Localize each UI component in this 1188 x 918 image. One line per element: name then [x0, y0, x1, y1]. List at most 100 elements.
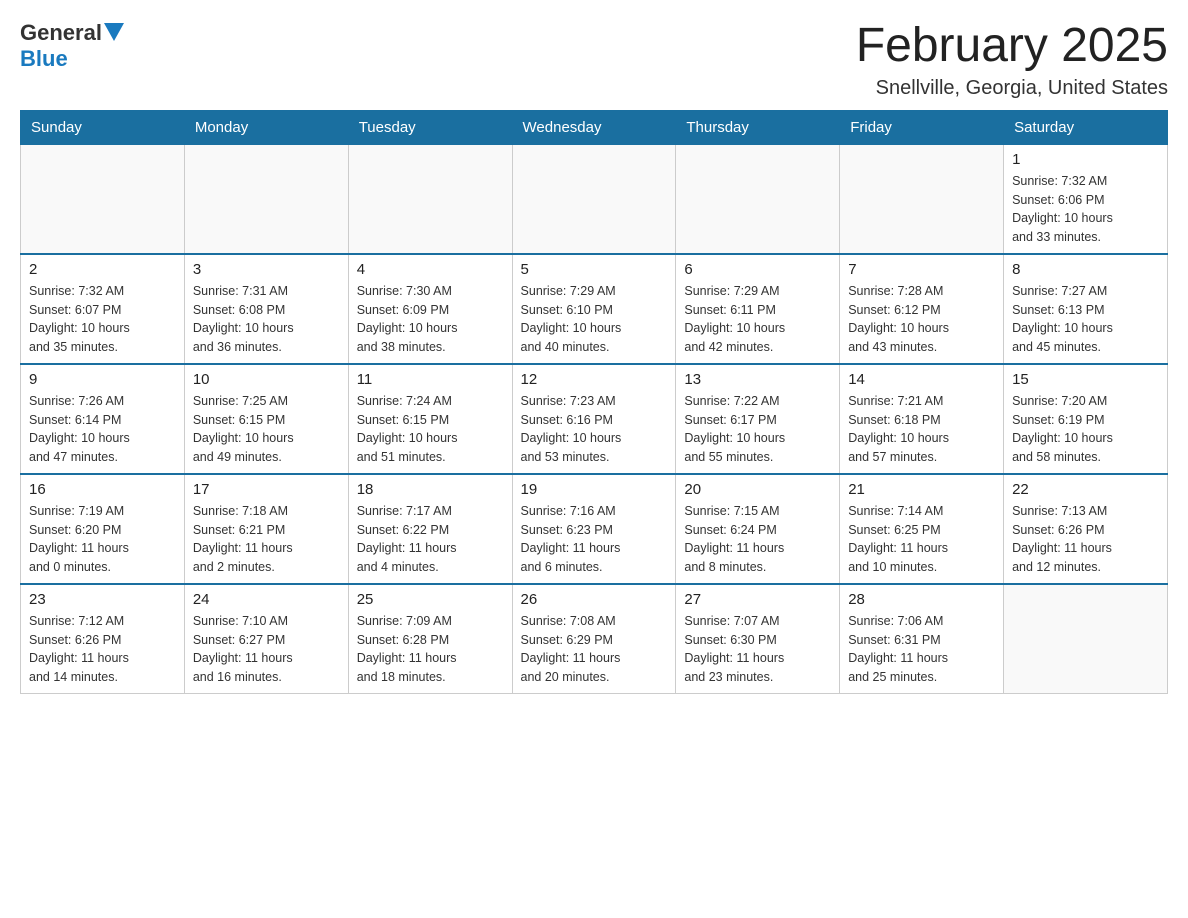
day-number: 26	[521, 591, 668, 608]
column-header-wednesday: Wednesday	[512, 110, 676, 144]
day-info: Sunrise: 7:32 AM Sunset: 6:06 PM Dayligh…	[1012, 172, 1159, 247]
day-info: Sunrise: 7:22 AM Sunset: 6:17 PM Dayligh…	[684, 392, 831, 467]
month-title: February 2025	[856, 20, 1168, 73]
logo-triangle-icon	[104, 23, 124, 43]
day-info: Sunrise: 7:14 AM Sunset: 6:25 PM Dayligh…	[848, 502, 995, 577]
day-number: 27	[684, 591, 831, 608]
day-number: 15	[1012, 371, 1159, 388]
day-number: 3	[193, 261, 340, 278]
column-header-tuesday: Tuesday	[348, 110, 512, 144]
day-number: 6	[684, 261, 831, 278]
calendar-cell	[21, 144, 185, 254]
calendar-cell: 17 Sunrise: 7:18 AM Sunset: 6:21 PM Dayli…	[184, 474, 348, 584]
day-info: Sunrise: 7:13 AM Sunset: 6:26 PM Dayligh…	[1012, 502, 1159, 577]
week-row-2: 2 Sunrise: 7:32 AM Sunset: 6:07 PM Daylig…	[21, 254, 1168, 364]
calendar-cell: 12 Sunrise: 7:23 AM Sunset: 6:16 PM Dayli…	[512, 364, 676, 474]
day-number: 24	[193, 591, 340, 608]
day-number: 9	[29, 371, 176, 388]
day-info: Sunrise: 7:28 AM Sunset: 6:12 PM Dayligh…	[848, 282, 995, 357]
calendar-cell: 11 Sunrise: 7:24 AM Sunset: 6:15 PM Dayli…	[348, 364, 512, 474]
column-header-saturday: Saturday	[1004, 110, 1168, 144]
day-info: Sunrise: 7:32 AM Sunset: 6:07 PM Dayligh…	[29, 282, 176, 357]
calendar-cell: 20 Sunrise: 7:15 AM Sunset: 6:24 PM Dayli…	[676, 474, 840, 584]
day-number: 17	[193, 481, 340, 498]
calendar-cell: 2 Sunrise: 7:32 AM Sunset: 6:07 PM Daylig…	[21, 254, 185, 364]
calendar-cell: 25 Sunrise: 7:09 AM Sunset: 6:28 PM Dayli…	[348, 584, 512, 694]
day-number: 20	[684, 481, 831, 498]
calendar-cell: 22 Sunrise: 7:13 AM Sunset: 6:26 PM Dayli…	[1004, 474, 1168, 584]
calendar-cell: 28 Sunrise: 7:06 AM Sunset: 6:31 PM Dayli…	[840, 584, 1004, 694]
calendar-cell	[348, 144, 512, 254]
day-number: 16	[29, 481, 176, 498]
day-number: 10	[193, 371, 340, 388]
day-info: Sunrise: 7:08 AM Sunset: 6:29 PM Dayligh…	[521, 612, 668, 687]
calendar-cell	[676, 144, 840, 254]
day-info: Sunrise: 7:18 AM Sunset: 6:21 PM Dayligh…	[193, 502, 340, 577]
week-row-1: 1 Sunrise: 7:32 AM Sunset: 6:06 PM Daylig…	[21, 144, 1168, 254]
calendar-cell: 19 Sunrise: 7:16 AM Sunset: 6:23 PM Dayli…	[512, 474, 676, 584]
calendar-cell: 4 Sunrise: 7:30 AM Sunset: 6:09 PM Daylig…	[348, 254, 512, 364]
calendar-cell: 18 Sunrise: 7:17 AM Sunset: 6:22 PM Dayli…	[348, 474, 512, 584]
calendar-cell: 7 Sunrise: 7:28 AM Sunset: 6:12 PM Daylig…	[840, 254, 1004, 364]
logo: General Blue	[20, 20, 124, 72]
logo-general-text: General	[20, 20, 102, 46]
day-number: 28	[848, 591, 995, 608]
calendar-cell	[184, 144, 348, 254]
calendar-cell: 13Sunrise: 7:22 AM Sunset: 6:17 PM Dayli…	[676, 364, 840, 474]
calendar-cell: 27Sunrise: 7:07 AM Sunset: 6:30 PM Dayli…	[676, 584, 840, 694]
column-header-monday: Monday	[184, 110, 348, 144]
day-info: Sunrise: 7:21 AM Sunset: 6:18 PM Dayligh…	[848, 392, 995, 467]
calendar-header-row: SundayMondayTuesdayWednesdayThursdayFrid…	[21, 110, 1168, 144]
page-header: General Blue February 2025 Snellville, G…	[20, 20, 1168, 100]
day-info: Sunrise: 7:26 AM Sunset: 6:14 PM Dayligh…	[29, 392, 176, 467]
day-number: 2	[29, 261, 176, 278]
column-header-sunday: Sunday	[21, 110, 185, 144]
calendar-cell: 6Sunrise: 7:29 AM Sunset: 6:11 PM Daylig…	[676, 254, 840, 364]
day-info: Sunrise: 7:25 AM Sunset: 6:15 PM Dayligh…	[193, 392, 340, 467]
day-info: Sunrise: 7:20 AM Sunset: 6:19 PM Dayligh…	[1012, 392, 1159, 467]
day-info: Sunrise: 7:09 AM Sunset: 6:28 PM Dayligh…	[357, 612, 504, 687]
calendar-cell	[1004, 584, 1168, 694]
day-info: Sunrise: 7:29 AM Sunset: 6:10 PM Dayligh…	[521, 282, 668, 357]
calendar-cell: 8Sunrise: 7:27 AM Sunset: 6:13 PM Daylig…	[1004, 254, 1168, 364]
day-info: Sunrise: 7:24 AM Sunset: 6:15 PM Dayligh…	[357, 392, 504, 467]
calendar-cell: 26 Sunrise: 7:08 AM Sunset: 6:29 PM Dayli…	[512, 584, 676, 694]
day-number: 7	[848, 261, 995, 278]
calendar-cell	[512, 144, 676, 254]
day-info: Sunrise: 7:27 AM Sunset: 6:13 PM Dayligh…	[1012, 282, 1159, 357]
day-number: 1	[1012, 151, 1159, 168]
calendar-cell	[840, 144, 1004, 254]
calendar-cell: 15 Sunrise: 7:20 AM Sunset: 6:19 PM Dayli…	[1004, 364, 1168, 474]
day-info: Sunrise: 7:15 AM Sunset: 6:24 PM Dayligh…	[684, 502, 831, 577]
day-info: Sunrise: 7:19 AM Sunset: 6:20 PM Dayligh…	[29, 502, 176, 577]
day-info: Sunrise: 7:30 AM Sunset: 6:09 PM Dayligh…	[357, 282, 504, 357]
location-subtitle: Snellville, Georgia, United States	[856, 77, 1168, 100]
day-info: Sunrise: 7:16 AM Sunset: 6:23 PM Dayligh…	[521, 502, 668, 577]
day-number: 11	[357, 371, 504, 388]
calendar-cell: 23Sunrise: 7:12 AM Sunset: 6:26 PM Dayli…	[21, 584, 185, 694]
week-row-4: 16 Sunrise: 7:19 AM Sunset: 6:20 PM Dayli…	[21, 474, 1168, 584]
day-number: 25	[357, 591, 504, 608]
title-section: February 2025 Snellville, Georgia, Unite…	[856, 20, 1168, 100]
calendar-cell: 24Sunrise: 7:10 AM Sunset: 6:27 PM Dayli…	[184, 584, 348, 694]
day-number: 5	[521, 261, 668, 278]
week-row-3: 9 Sunrise: 7:26 AM Sunset: 6:14 PM Daylig…	[21, 364, 1168, 474]
calendar-cell: 3Sunrise: 7:31 AM Sunset: 6:08 PM Daylig…	[184, 254, 348, 364]
day-number: 18	[357, 481, 504, 498]
day-number: 21	[848, 481, 995, 498]
day-info: Sunrise: 7:06 AM Sunset: 6:31 PM Dayligh…	[848, 612, 995, 687]
day-number: 12	[521, 371, 668, 388]
day-info: Sunrise: 7:23 AM Sunset: 6:16 PM Dayligh…	[521, 392, 668, 467]
calendar-cell: 9 Sunrise: 7:26 AM Sunset: 6:14 PM Daylig…	[21, 364, 185, 474]
week-row-5: 23Sunrise: 7:12 AM Sunset: 6:26 PM Dayli…	[21, 584, 1168, 694]
day-number: 14	[848, 371, 995, 388]
calendar-cell: 16 Sunrise: 7:19 AM Sunset: 6:20 PM Dayli…	[21, 474, 185, 584]
day-number: 19	[521, 481, 668, 498]
day-info: Sunrise: 7:17 AM Sunset: 6:22 PM Dayligh…	[357, 502, 504, 577]
calendar-cell: 10 Sunrise: 7:25 AM Sunset: 6:15 PM Dayli…	[184, 364, 348, 474]
calendar-table: SundayMondayTuesdayWednesdayThursdayFrid…	[20, 110, 1168, 694]
day-number: 23	[29, 591, 176, 608]
day-number: 4	[357, 261, 504, 278]
logo-blue-text: Blue	[20, 46, 68, 71]
day-number: 22	[1012, 481, 1159, 498]
